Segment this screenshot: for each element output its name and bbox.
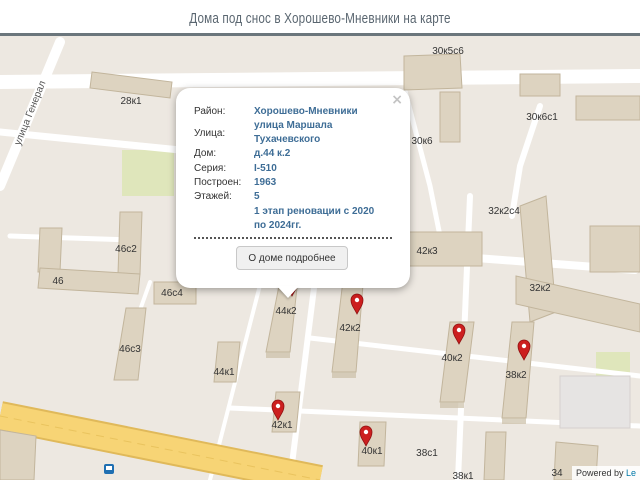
- series-label: Серия:: [194, 163, 227, 174]
- floors-label: Этажей:: [194, 191, 232, 202]
- building-label: 40к2: [441, 353, 462, 364]
- renovation-stage-line2: по 2024гг.: [254, 220, 302, 231]
- building-38k1: [483, 431, 507, 480]
- popup-tip: [277, 286, 299, 298]
- page-header: Дома под снос в Хорошево-Мневники на кар…: [0, 0, 640, 36]
- parking-lot: [559, 375, 631, 429]
- building-label: 42к2: [339, 323, 360, 334]
- popup-divider: [194, 237, 392, 239]
- map-view[interactable]: 28к1 30к5с6 30к6 30к6с1 32к2с4 46с2 46 46с4 46с3…: [0, 36, 640, 480]
- building-46s2: [117, 211, 143, 275]
- building-label: 44к2: [275, 306, 296, 317]
- building-label: 46с4: [161, 288, 183, 299]
- building-top-right: [575, 95, 640, 121]
- building-label: 34: [551, 468, 563, 479]
- building-30k6s1: [519, 73, 561, 97]
- building-46: [37, 227, 63, 273]
- building-label: 30к6с1: [526, 112, 558, 123]
- close-icon[interactable]: ×: [391, 92, 403, 108]
- attribution-link[interactable]: Le: [626, 468, 636, 478]
- building-label: 46с2: [115, 244, 137, 255]
- building-label: 32к2: [529, 283, 550, 294]
- building-30k6: [403, 53, 463, 91]
- district-value: Хорошево-Мневники: [254, 106, 358, 117]
- street-label-text: Улица:: [194, 128, 226, 139]
- building-label: 40к1: [361, 446, 382, 457]
- building-label: 32к2с4: [488, 206, 520, 217]
- attribution-text: Powered by: [575, 468, 624, 478]
- building-label: 30к5с6: [432, 46, 464, 57]
- building-label: 38с1: [416, 448, 438, 459]
- built-label: Построен:: [194, 177, 242, 188]
- bus-stop-icon: [104, 464, 114, 474]
- district-label: Район:: [194, 106, 226, 117]
- building-32k2-c: [589, 225, 640, 273]
- building-bottom-left: [0, 429, 37, 480]
- renovation-stage-line1: 1 этап реновации с 2020: [254, 206, 375, 217]
- series-value: I-510: [254, 163, 277, 174]
- building-label: 38к2: [505, 370, 526, 381]
- street-value-line1: улица Маршала: [254, 120, 333, 131]
- building-label: 28к1: [120, 96, 141, 107]
- building-label: 46с3: [119, 344, 141, 355]
- house-info-popup: × Район: Хорошево-Мневники улица Маршала…: [176, 88, 410, 288]
- floors-value: 5: [254, 191, 260, 202]
- building-label: 42к3: [416, 246, 437, 257]
- park-area: [122, 150, 174, 196]
- building-label: 46: [52, 276, 64, 287]
- built-value: 1963: [254, 177, 277, 188]
- page-title: Дома под снос в Хорошево-Мневники на кар…: [189, 10, 451, 27]
- map-attribution: Powered by Le: [571, 466, 640, 480]
- building-label: 42к1: [271, 420, 292, 431]
- building-label: 30к6: [411, 136, 432, 147]
- house-value: д.44 к.2: [254, 148, 291, 159]
- building-30k6-b: [439, 91, 461, 143]
- house-label: Дом:: [194, 148, 217, 159]
- building-label: 38к1: [452, 471, 473, 480]
- building-label: 44к1: [213, 367, 234, 378]
- house-details-button[interactable]: О доме подробнее: [236, 246, 348, 270]
- street-value-line2: Тухачевского: [254, 134, 321, 145]
